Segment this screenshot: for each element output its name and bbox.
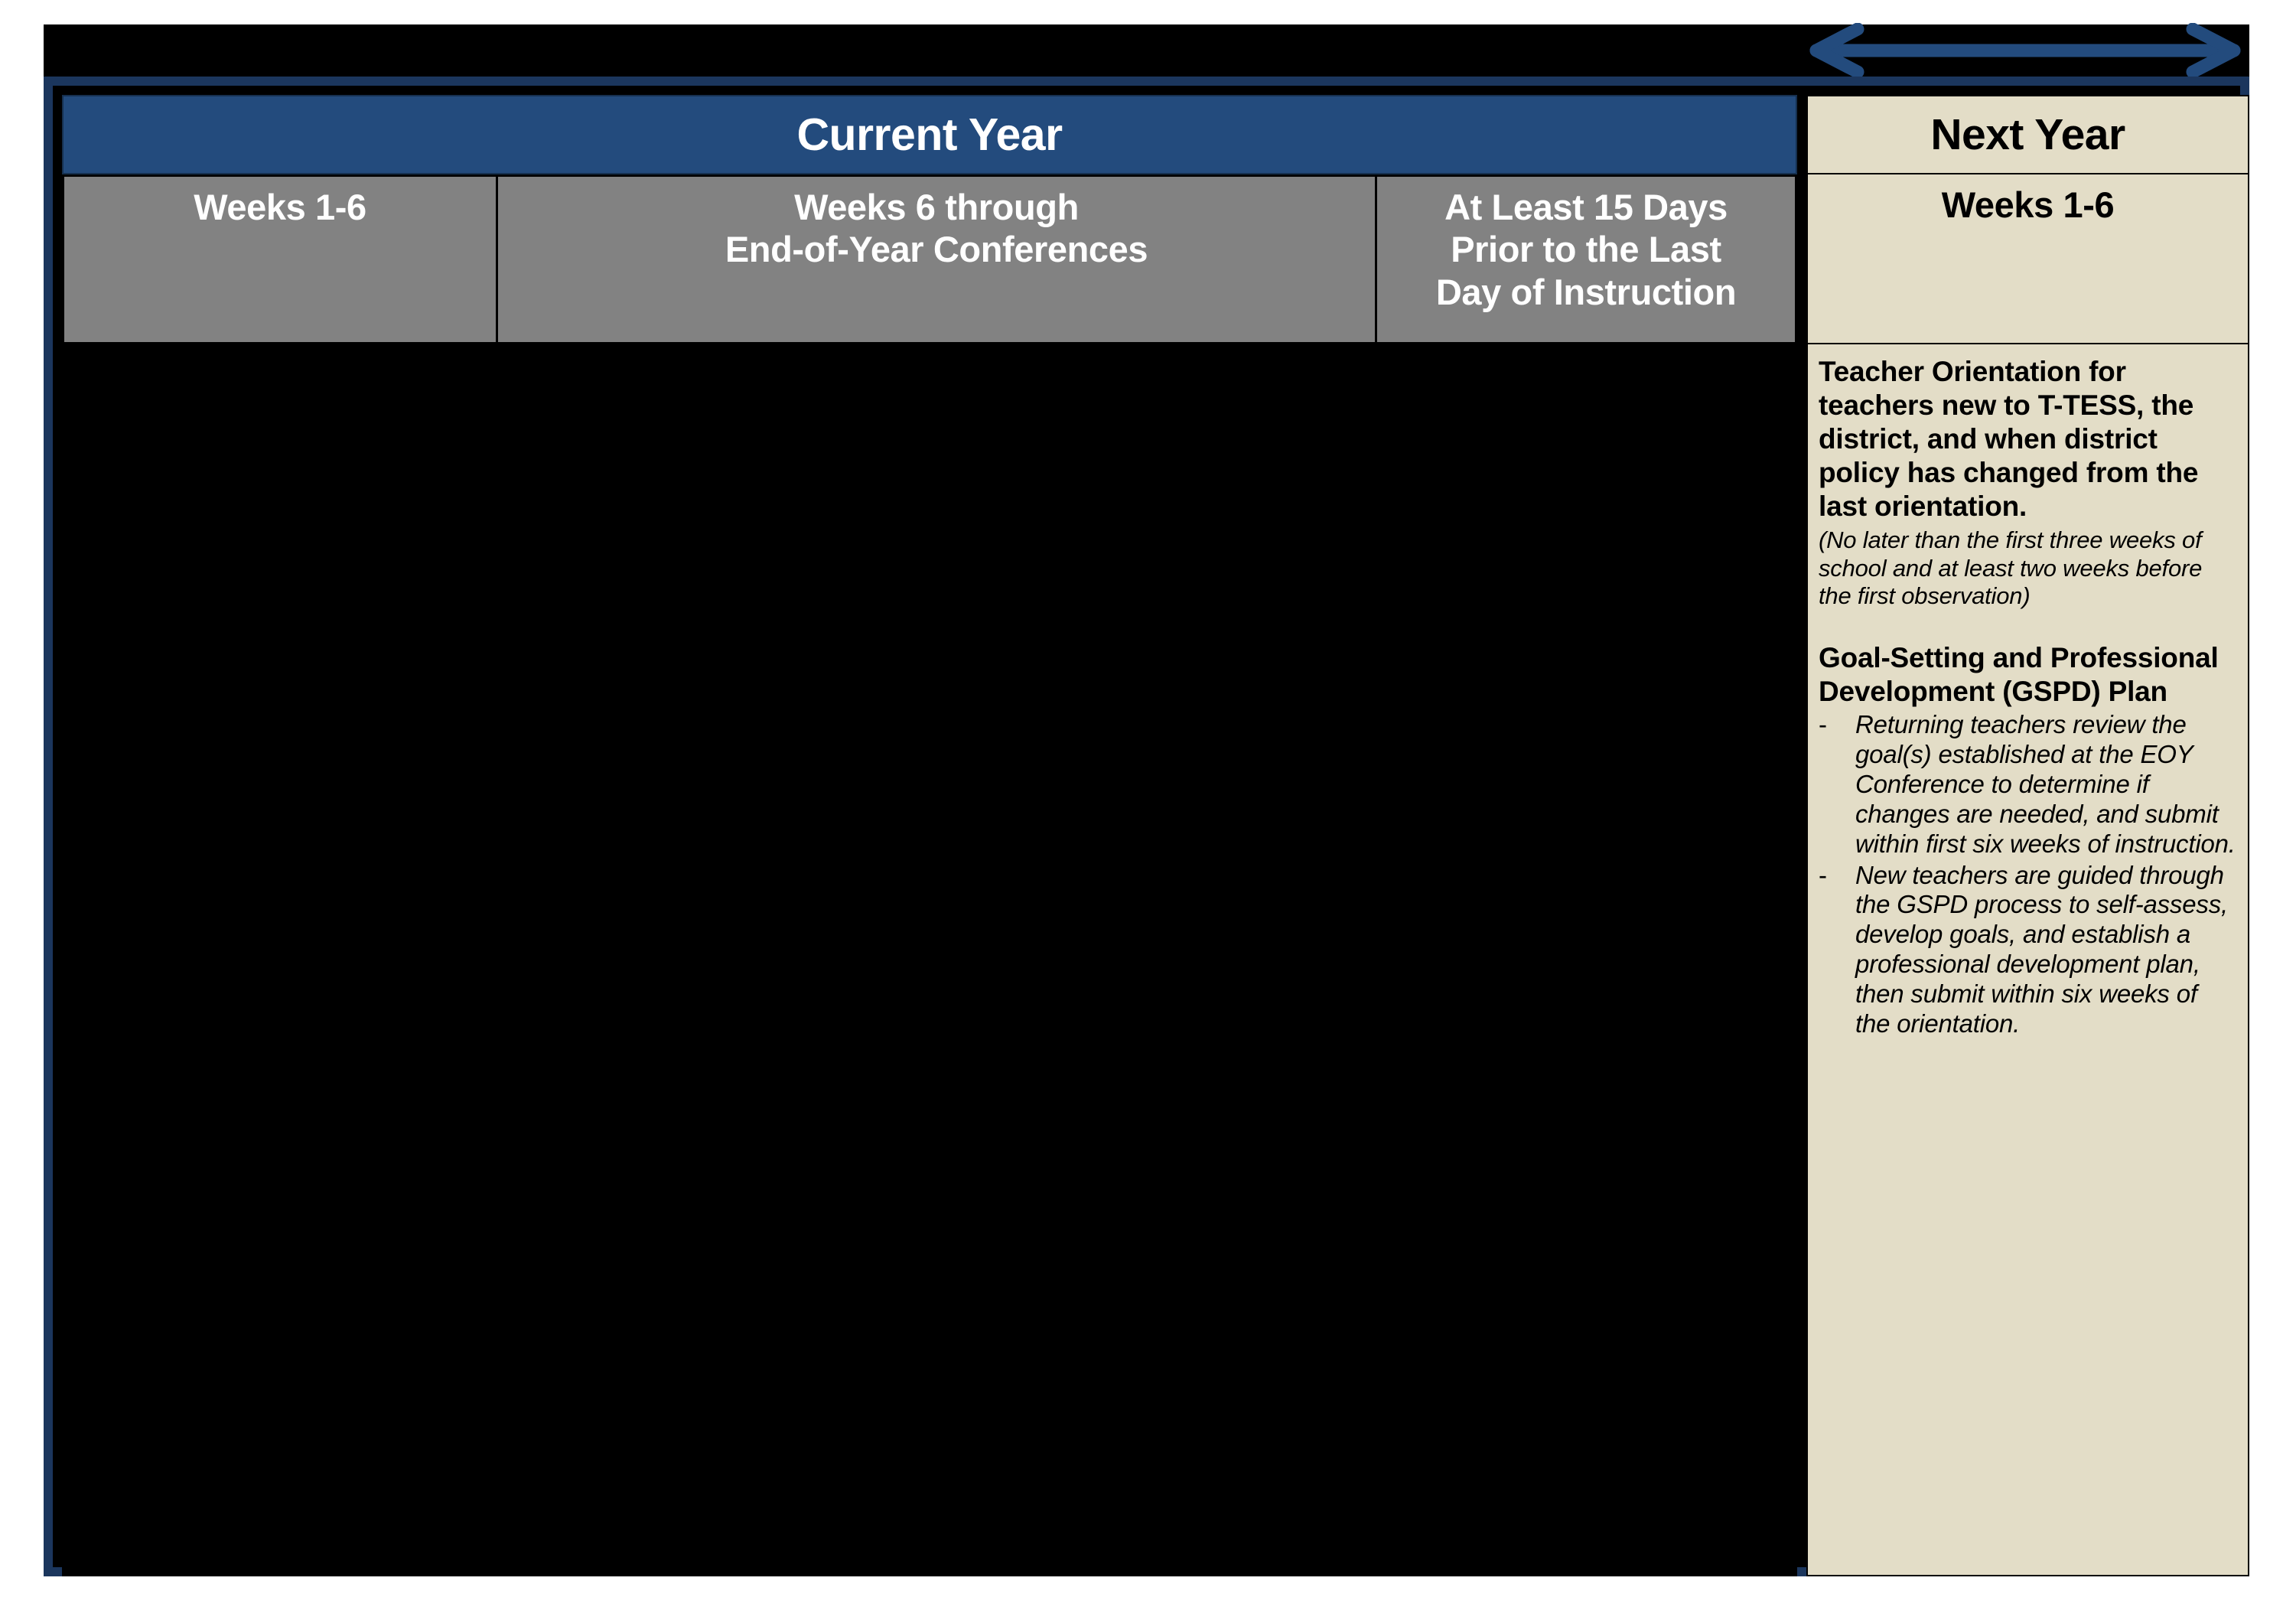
next-year-header: Next Year: [1806, 95, 2249, 174]
list-item: - Returning teachers review the goal(s) …: [1819, 710, 2237, 859]
teacher-orientation-heading: Teacher Orientation for teachers new to …: [1819, 356, 2199, 523]
phase-label-line: Weeks 1-6: [194, 187, 366, 227]
slide-canvas: Current Year Next Year Weeks 1-6 Weeks 6…: [0, 0, 2296, 1620]
teacher-orientation-note: (No later than the first three weeks of …: [1819, 526, 2203, 610]
content-frame: Current Year Next Year Weeks 1-6 Weeks 6…: [44, 77, 2249, 1576]
list-item: - New teachers are guided through the GS…: [1819, 861, 2237, 1040]
gspd-bullet-list: - Returning teachers review the goal(s) …: [1819, 710, 2237, 1039]
double-headed-arrow-icon: [1799, 23, 2251, 78]
phase-label-line: At Least 15 Days: [1444, 187, 1728, 227]
current-year-body: [62, 344, 1797, 1576]
gspd-plan-heading: Goal-Setting and Professional Developmen…: [1819, 641, 2219, 707]
phase-label-line: Day of Instruction: [1435, 271, 1737, 312]
year-header-row: Current Year Next Year: [62, 95, 2249, 174]
phase-header-weeks-1-6: Weeks 1-6: [62, 174, 498, 344]
phase-header-weeks-6-through-eoy: Weeks 6 through End-of-Year Conferences: [496, 174, 1377, 344]
phase-label-line: Prior to the Last: [1451, 229, 1721, 270]
list-item-text: New teachers are guided through the GSPD…: [1855, 860, 2228, 1038]
timeline-table: Current Year Next Year Weeks 1-6 Weeks 6…: [62, 95, 2249, 1576]
phase-label-line: Weeks 6 through: [794, 187, 1079, 227]
list-item-text: Returning teachers review the goal(s) es…: [1855, 709, 2236, 858]
bullet-dash-marker: -: [1819, 709, 1827, 738]
next-year-body: Teacher Orientation for teachers new to …: [1806, 344, 2249, 1576]
phase-header-15-days-prior: At Least 15 Days Prior to the Last Day o…: [1375, 174, 1797, 344]
phase-label-line: End-of-Year Conferences: [725, 229, 1148, 270]
bullet-dash-marker: -: [1819, 860, 1827, 889]
current-year-header: Current Year: [62, 95, 1797, 174]
next-year-phase-header: Weeks 1-6: [1806, 174, 2249, 344]
